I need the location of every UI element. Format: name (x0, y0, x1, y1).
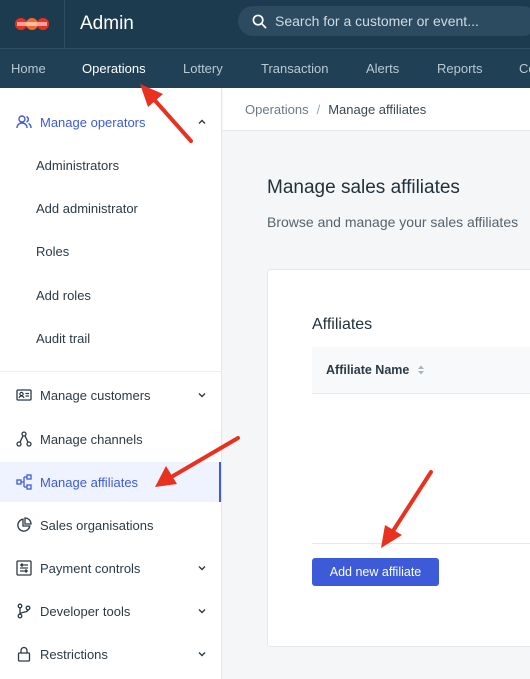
sidebar-item-label: Manage channels (40, 431, 143, 447)
breadcrumb-current: Manage affiliates (328, 101, 427, 117)
breadcrumb-parent[interactable]: Operations (245, 102, 309, 117)
chevron-down-icon (198, 652, 206, 657)
sidebar-item-developer-tools[interactable]: Developer tools (0, 591, 221, 631)
nav-reports[interactable]: Reports (437, 61, 483, 76)
sidebar-item-add-administrator[interactable]: Add administrator (0, 188, 221, 228)
breadcrumb: Operations / Manage affiliates (223, 88, 530, 131)
sidebar-divider (0, 371, 221, 372)
logo[interactable] (0, 0, 65, 48)
network-icon (16, 431, 32, 447)
table-divider (312, 543, 530, 544)
sidebar-item-label: Restrictions (40, 646, 108, 662)
hierarchy-icon (16, 474, 32, 490)
search-bar[interactable] (238, 6, 530, 36)
sidebar-item-label: Audit trail (36, 330, 91, 346)
sidebar-item-label: Payment controls (40, 560, 141, 576)
lock-icon (17, 646, 31, 662)
nav-lottery[interactable]: Lottery (183, 61, 223, 76)
sidebar-item-label: Add administrator (36, 200, 138, 216)
chevron-down-icon (198, 566, 206, 571)
users-icon (16, 115, 32, 129)
sidebar-item-label: Manage operators (40, 114, 146, 130)
sidebar-item-label: Administrators (36, 157, 120, 173)
chevron-down-icon (198, 609, 206, 614)
sidebar-item-manage-channels[interactable]: Manage channels (0, 419, 221, 459)
sidebar-item-administrators[interactable]: Administrators (0, 145, 221, 185)
sidebar-item-sales-organisations[interactable]: Sales organisations (0, 505, 221, 545)
search-icon (252, 14, 267, 28)
chevron-down-icon (198, 393, 206, 398)
sidebar-item-roles[interactable]: Roles (0, 231, 221, 271)
sidebar-item-label: Manage customers (40, 387, 151, 403)
sidebar-item-audit-trail[interactable]: Audit trail (0, 318, 221, 358)
sidebar-item-label: Add roles (36, 287, 91, 303)
page-description: Browse and manage your sales affiliates (267, 214, 519, 230)
git-branch-icon (17, 603, 31, 619)
nav-operations[interactable]: Operations (82, 61, 146, 76)
sidebar-item-restrictions[interactable]: Restrictions (0, 634, 221, 674)
chevron-up-icon (198, 119, 206, 124)
sidebar-item-label: Roles (36, 243, 70, 259)
nav-more[interactable]: Co (519, 61, 530, 76)
page-title: Manage sales affiliates (267, 177, 460, 198)
sidebar-item-manage-affiliates[interactable]: Manage affiliates (0, 462, 221, 502)
sidebar-item-manage-operators[interactable]: Manage operators (0, 102, 221, 142)
sort-icon[interactable] (417, 364, 425, 376)
sidebar-item-label: Manage affiliates (40, 474, 139, 490)
sidebar-item-manage-customers[interactable]: Manage customers (0, 375, 221, 415)
nav-alerts[interactable]: Alerts (366, 61, 399, 76)
id-card-icon (16, 389, 32, 401)
pie-chart-icon (17, 517, 32, 532)
affiliates-card (267, 269, 530, 647)
table-header: Affiliate Name (312, 347, 530, 394)
card-title: Affiliates (312, 316, 373, 333)
sidebar-item-add-roles[interactable]: Add roles (0, 275, 221, 315)
logo-icon (15, 18, 49, 30)
nav-transaction[interactable]: Transaction (261, 61, 328, 76)
nav-home[interactable]: Home (11, 61, 46, 76)
breadcrumb-separator: / (316, 101, 321, 117)
sidebar-item-payment-controls[interactable]: Payment controls (0, 548, 221, 588)
search-input[interactable] (275, 13, 525, 29)
app-title: Admin (80, 13, 134, 34)
column-header-affiliate-name[interactable]: Affiliate Name (326, 363, 409, 377)
sliders-icon (16, 560, 32, 576)
sidebar-item-label: Developer tools (40, 603, 131, 619)
sidebar: Manage operators Administrators Add admi… (0, 88, 222, 679)
top-bar: Admin (0, 0, 530, 48)
main-nav: Home Operations Lottery Transaction Aler… (0, 48, 530, 88)
sidebar-item-label: Sales organisations (40, 517, 154, 533)
add-affiliate-button[interactable]: Add new affiliate (312, 558, 439, 586)
